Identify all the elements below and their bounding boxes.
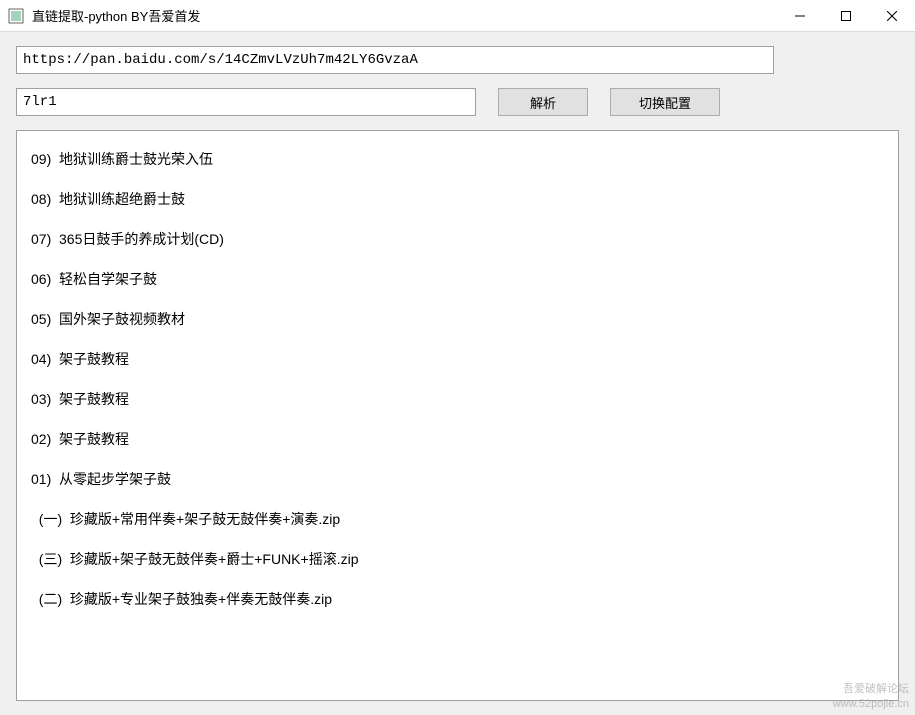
file-list[interactable]: 09) 地狱训练爵士鼓光荣入伍 08) 地狱训练超绝爵士鼓 07) 365日鼓手… <box>16 130 899 701</box>
maximize-button[interactable] <box>823 0 869 31</box>
watermark-line1: 吾爱破解论坛 <box>833 682 909 696</box>
list-item[interactable]: 04) 架子鼓教程 <box>31 339 884 379</box>
list-item[interactable]: (二) 珍藏版+专业架子鼓独奏+伴奏无鼓伴奏.zip <box>31 579 884 619</box>
list-item[interactable]: 02) 架子鼓教程 <box>31 419 884 459</box>
list-item[interactable]: 07) 365日鼓手的养成计划(CD) <box>31 219 884 259</box>
parse-button[interactable]: 解析 <box>498 88 588 116</box>
app-window: 直链提取-python BY吾爱首发 解析 切换配置 09) 地狱训练爵士鼓光荣… <box>0 0 915 715</box>
list-item[interactable]: 09) 地狱训练爵士鼓光荣入伍 <box>31 139 884 179</box>
window-title: 直链提取-python BY吾爱首发 <box>32 6 777 25</box>
switch-config-button[interactable]: 切换配置 <box>610 88 720 116</box>
list-item[interactable]: 08) 地狱训练超绝爵士鼓 <box>31 179 884 219</box>
window-controls <box>777 0 915 31</box>
titlebar: 直链提取-python BY吾爱首发 <box>0 0 915 32</box>
close-button[interactable] <box>869 0 915 31</box>
watermark: 吾爱破解论坛 www.52pojie.cn <box>833 682 909 711</box>
list-item[interactable]: (三) 珍藏版+架子鼓无鼓伴奏+爵士+FUNK+摇滚.zip <box>31 539 884 579</box>
list-item[interactable]: 01) 从零起步学架子鼓 <box>31 459 884 499</box>
extraction-code-input[interactable] <box>16 88 476 116</box>
content-area: 解析 切换配置 09) 地狱训练爵士鼓光荣入伍 08) 地狱训练超绝爵士鼓 07… <box>0 32 915 715</box>
minimize-button[interactable] <box>777 0 823 31</box>
list-item[interactable]: 03) 架子鼓教程 <box>31 379 884 419</box>
app-icon <box>8 8 24 24</box>
list-item[interactable]: 05) 国外架子鼓视频教材 <box>31 299 884 339</box>
url-input[interactable] <box>16 46 774 74</box>
list-item[interactable]: 06) 轻松自学架子鼓 <box>31 259 884 299</box>
list-item[interactable]: (一) 珍藏版+常用伴奏+架子鼓无鼓伴奏+演奏.zip <box>31 499 884 539</box>
action-row: 解析 切换配置 <box>16 88 899 116</box>
watermark-line2: www.52pojie.cn <box>833 697 909 711</box>
